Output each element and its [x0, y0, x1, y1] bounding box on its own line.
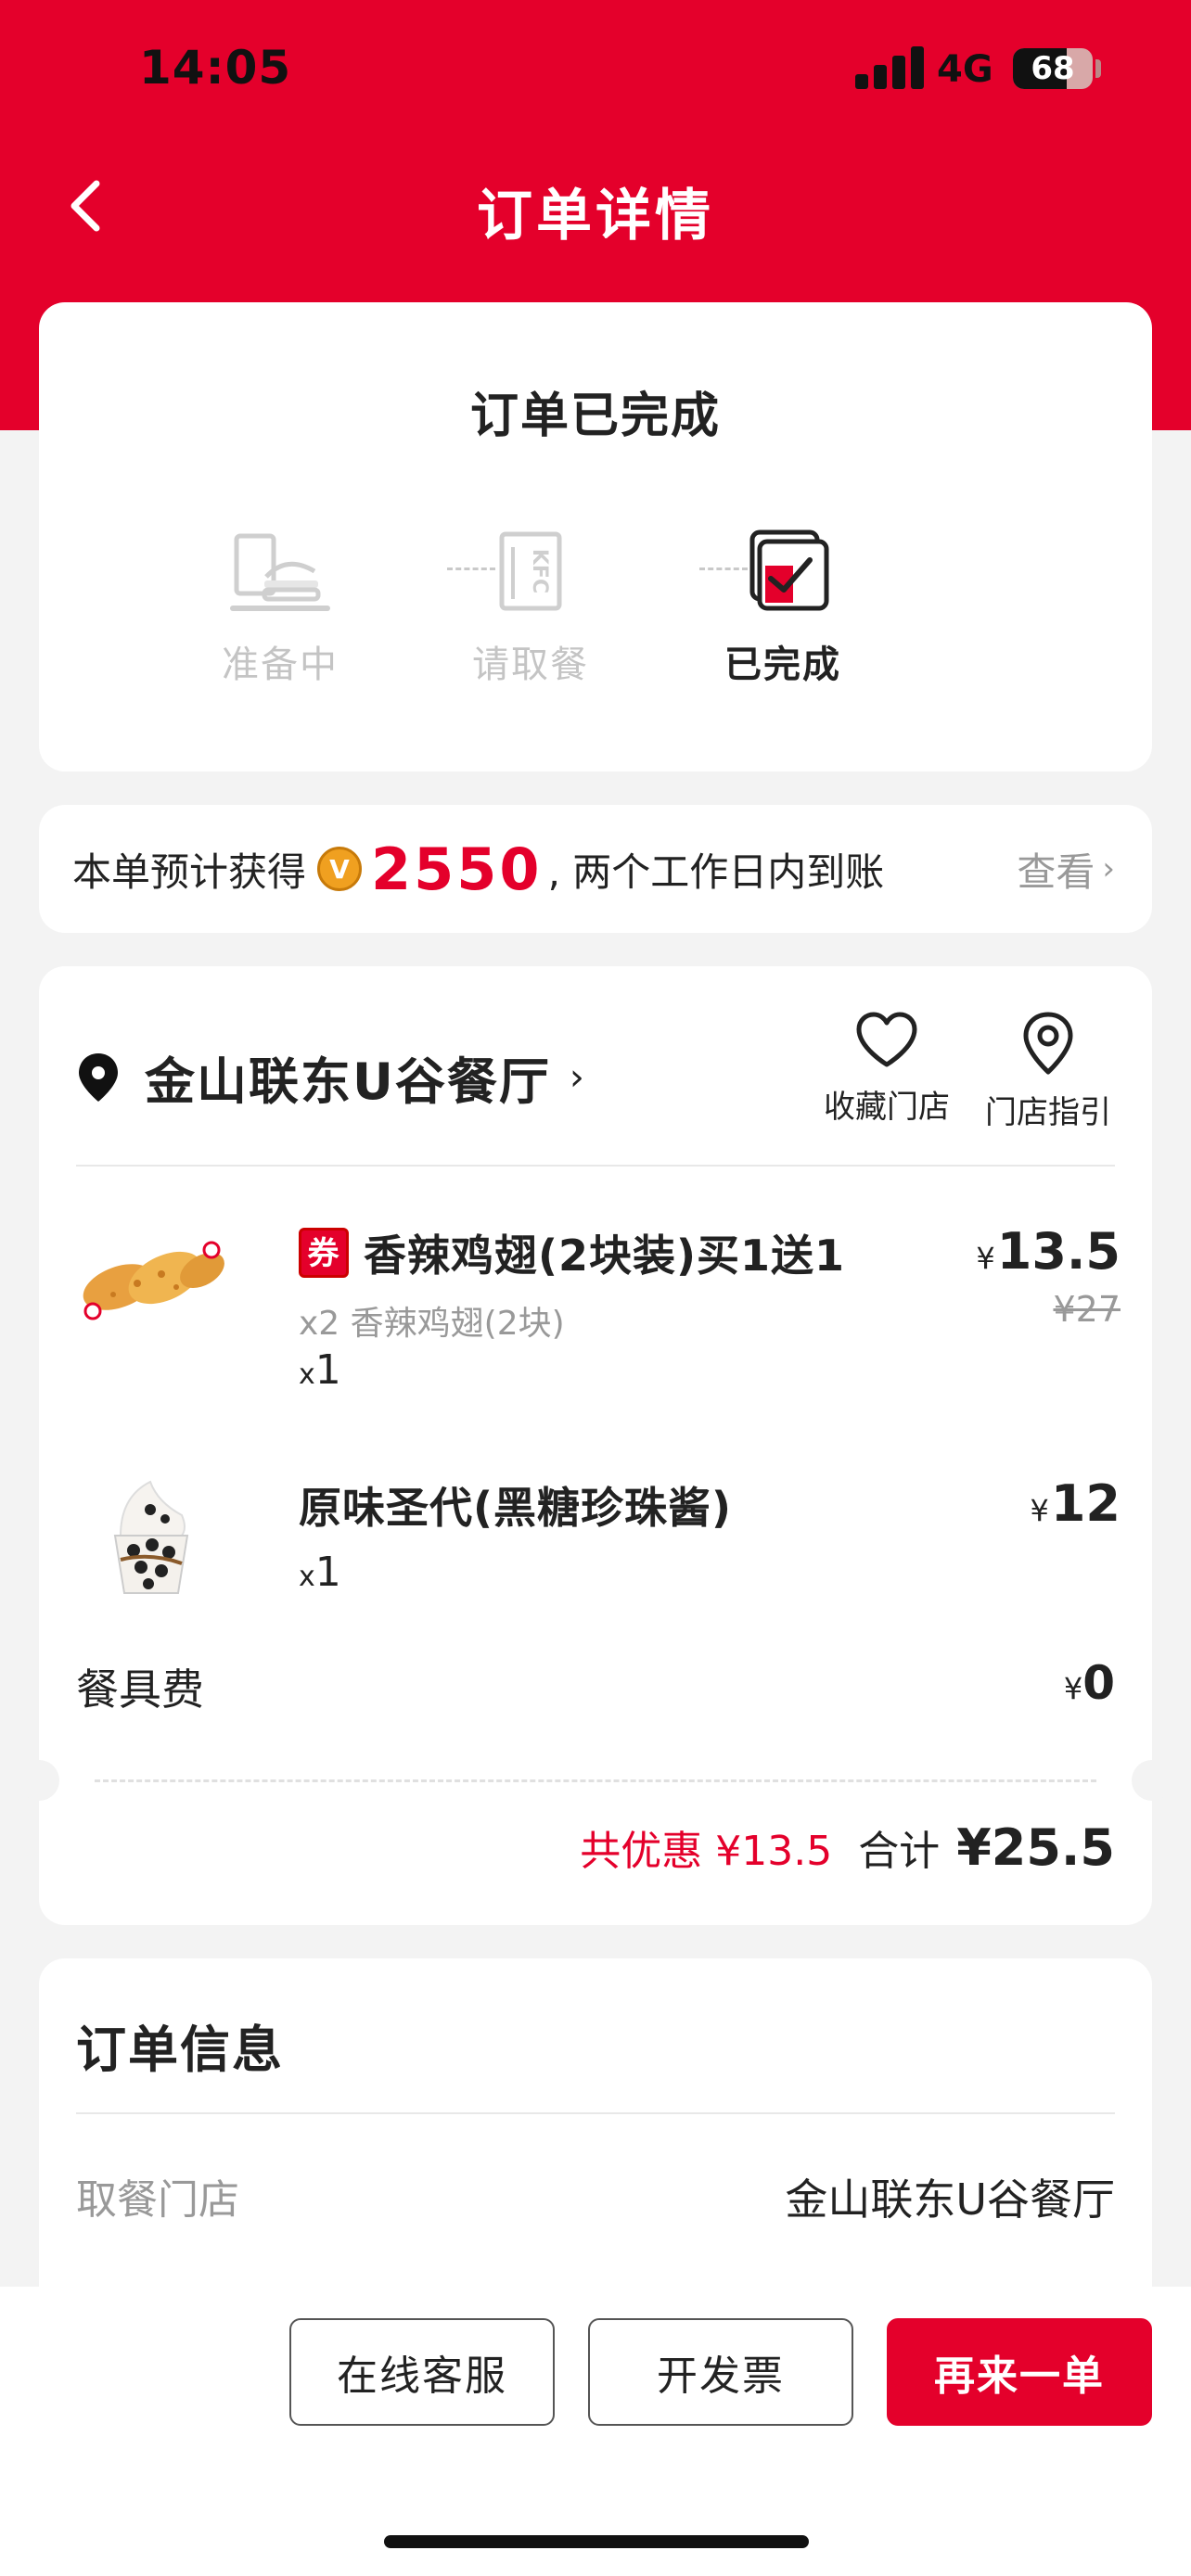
points-prefix: 本单预计获得: [72, 848, 307, 895]
divider: [76, 2112, 1115, 2114]
order-items-card: 金山联东U谷餐厅 › 收藏门店 门店指引 券 香辣鸡翅(2块装)买1送1 x2 …: [19, 966, 1172, 1925]
pickup-store-value: 金山联东U谷餐厅: [785, 2174, 1115, 2225]
home-indicator[interactable]: [384, 2535, 809, 2548]
favorite-store-label: 收藏门店: [824, 1089, 950, 1126]
dashed-divider: [95, 1779, 1096, 1782]
store-guide-button[interactable]: 门店指引: [974, 1011, 1122, 1132]
divider: [76, 1165, 1115, 1167]
signal-icon: [855, 46, 924, 89]
completed-check-icon: [749, 529, 829, 611]
step-label: 准备中: [222, 644, 339, 686]
points-suffix: , 两个工作日内到账: [547, 848, 885, 895]
view-points-link[interactable]: 查看 ›: [1017, 805, 1115, 933]
discount-total: 共优惠 ¥13.5: [580, 1828, 833, 1875]
fee-amount: 0: [1082, 1656, 1115, 1710]
item-price: ¥12: [1030, 1474, 1121, 1533]
bottom-action-bar: 在线客服 开发票 再来一单: [0, 2287, 1191, 2576]
reorder-button[interactable]: 再来一单: [887, 2318, 1152, 2426]
price-value: 12: [1050, 1474, 1121, 1533]
v-coin-icon: V: [317, 847, 363, 891]
qty-value: 1: [314, 1549, 341, 1596]
map-pin-icon: [1023, 1012, 1073, 1075]
ticket-notch-right: [1132, 1760, 1172, 1801]
coupon-badge: 券: [299, 1228, 349, 1278]
qty-value: 1: [314, 1346, 341, 1394]
qty-prefix: x: [299, 1561, 315, 1593]
kfc-bag-icon: KFC: [499, 531, 562, 611]
chevron-right-icon: ›: [569, 1055, 584, 1099]
item-name: 原味圣代(黑糖珍珠酱): [299, 1483, 733, 1533]
currency-symbol: ¥: [1063, 1671, 1083, 1706]
tray-burger-icon: [230, 533, 330, 611]
battery-icon: 68: [1013, 48, 1093, 89]
battery-tip: [1095, 59, 1101, 78]
battery-level: 68: [1031, 50, 1075, 87]
favorite-store-button[interactable]: 收藏门店: [813, 1011, 961, 1127]
step-pickup: KFC 请取餐: [429, 529, 633, 688]
order-info-title: 订单信息: [76, 2021, 284, 2079]
points-row: 本单预计获得 V 2550 , 两个工作日内到账: [72, 805, 884, 933]
fee-label: 餐具费: [76, 1664, 204, 1715]
item-price: ¥13.5: [976, 1222, 1121, 1281]
svg-text:KFC: KFC: [528, 549, 551, 593]
qty-prefix: x: [299, 1358, 315, 1391]
ticket-notch-left: [19, 1760, 59, 1801]
total-row: 共优惠 ¥13.5 合计 ¥25.5: [580, 1817, 1115, 1877]
network-type: 4G: [937, 48, 993, 91]
item-original-price: ¥27: [1053, 1289, 1121, 1330]
price-value: 13.5: [996, 1222, 1121, 1281]
step-label: 已完成: [724, 644, 841, 686]
sundae-image: [113, 1480, 189, 1594]
item-qty: x1: [299, 1346, 341, 1394]
view-label: 查看: [1017, 848, 1095, 895]
item-name: 香辣鸡翅(2块装)买1送1: [364, 1231, 846, 1281]
points-amount: 2550: [371, 835, 543, 903]
item-qty: x1: [299, 1549, 341, 1596]
order-status-card: 订单已完成 准备中 KFC 请取餐 已完成: [39, 302, 1152, 772]
currency-symbol: ¥: [1030, 1493, 1049, 1528]
nav-bar: 订单详情: [0, 158, 1191, 250]
status-bar: 14:05 4G 68: [0, 0, 1191, 139]
invoice-button[interactable]: 开发票: [588, 2318, 853, 2426]
points-card: 本单预计获得 V 2550 , 两个工作日内到账 查看 ›: [39, 805, 1152, 933]
store-guide-label: 门店指引: [985, 1094, 1111, 1131]
chevron-right-icon: ›: [1102, 850, 1115, 887]
store-link[interactable]: 金山联东U谷餐厅 ›: [76, 1040, 584, 1114]
fee-value: ¥0: [1064, 1656, 1115, 1710]
page-title: 订单详情: [477, 184, 714, 249]
pickup-store-label: 取餐门店: [76, 2176, 239, 2224]
heart-icon: [856, 1012, 917, 1067]
total-label: 合计: [858, 1828, 941, 1875]
location-pin-icon: [79, 1052, 118, 1102]
currency-symbol: ¥: [976, 1241, 995, 1276]
status-time: 14:05: [139, 41, 292, 95]
chicken-wings-image: [83, 1241, 224, 1320]
item-detail: x2 香辣鸡翅(2块): [299, 1305, 565, 1343]
store-name: 金山联东U谷餐厅: [145, 1052, 551, 1111]
item-name-row: 券 香辣鸡翅(2块装)买1送1: [299, 1222, 845, 1283]
step-label: 请取餐: [472, 644, 589, 686]
total-value: ¥25.5: [956, 1818, 1115, 1877]
item-name-row: 原味圣代(黑糖珍珠酱): [299, 1474, 732, 1536]
customer-service-button[interactable]: 在线客服: [289, 2318, 555, 2426]
step-preparing: 准备中: [178, 529, 382, 688]
order-status-title: 订单已完成: [469, 389, 721, 444]
step-completed: 已完成: [681, 529, 885, 688]
